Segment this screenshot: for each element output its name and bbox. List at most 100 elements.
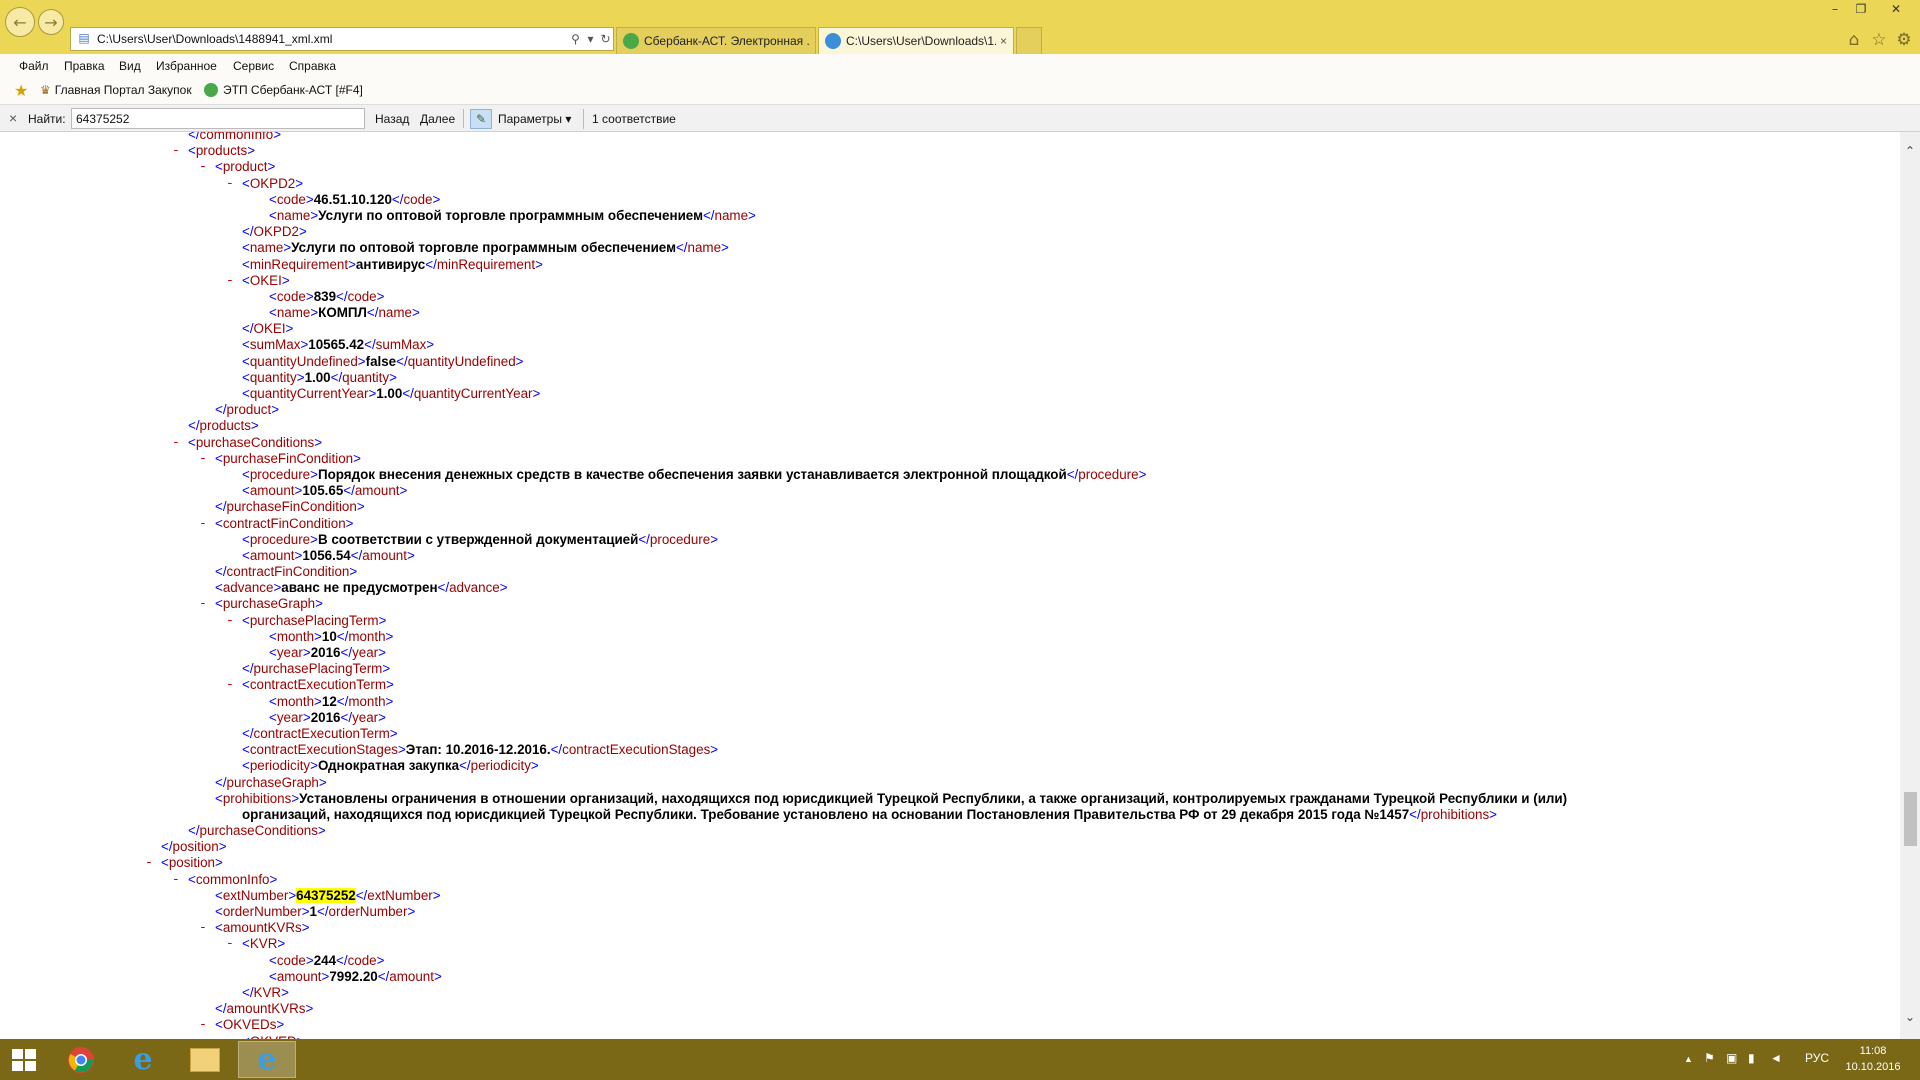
tag-bracket: > xyxy=(267,159,276,175)
tag-name: amount xyxy=(249,483,295,499)
collapse-toggle[interactable]: - xyxy=(172,872,180,888)
tag-bracket: > xyxy=(348,256,356,272)
find-prev-button[interactable]: Назад xyxy=(375,112,409,126)
forward-button[interactable]: → xyxy=(38,9,64,35)
xml-element: <orderNumber>1</orderNumber> xyxy=(215,904,415,920)
search-match-highlight: 64375252 xyxy=(296,887,356,903)
gear-icon[interactable]: ⚙ xyxy=(1894,30,1914,50)
xml-line: </KVR> xyxy=(0,985,1900,1001)
search-icon[interactable]: ⚲ xyxy=(568,32,583,46)
network-icon[interactable]: ▮ xyxy=(1748,1051,1755,1065)
collapse-toggle[interactable]: - xyxy=(199,596,207,612)
tag-bracket: </ xyxy=(336,288,348,304)
tag-bracket: > xyxy=(710,531,719,547)
tag-name: year xyxy=(352,709,379,725)
xml-element: <periodicity>Однократная закупка</period… xyxy=(242,758,539,774)
address-url[interactable]: C:\Users\User\Downloads\1488941_xml.xml xyxy=(97,32,568,46)
clock[interactable]: 11:08 10.10.2016 xyxy=(1838,1043,1908,1075)
menu-help[interactable]: Справка xyxy=(289,59,336,73)
restore-button[interactable]: ❐ xyxy=(1848,0,1874,20)
tag-bracket: > xyxy=(432,887,441,903)
favorite-zakupki[interactable]: ♛ Главная Портал Закупок xyxy=(40,83,192,97)
collapse-toggle[interactable]: - xyxy=(226,273,234,289)
tag-name: minRequirement xyxy=(436,256,536,272)
tag-bracket: > xyxy=(1489,806,1497,822)
tag-bracket: < xyxy=(242,742,250,758)
collapse-toggle[interactable]: - xyxy=(199,451,207,467)
collapse-toggle[interactable]: - xyxy=(172,143,180,159)
collapse-toggle[interactable]: - xyxy=(199,159,207,175)
scrollbar-thumb[interactable] xyxy=(1904,792,1917,846)
collapse-toggle[interactable]: - xyxy=(199,516,207,532)
menu-edit[interactable]: Правка xyxy=(64,59,105,73)
collapse-toggle[interactable]: - xyxy=(226,677,234,693)
menu-view[interactable]: Вид xyxy=(119,59,141,73)
find-input[interactable] xyxy=(71,108,365,129)
xml-line: <quantityCurrentYear>1.00</quantityCurre… xyxy=(0,386,1900,402)
tag-bracket: < xyxy=(269,968,277,984)
tag-name: purchaseFinCondition xyxy=(222,450,354,466)
menu-file[interactable]: Файл xyxy=(19,59,49,73)
volume-icon[interactable]: ◄ xyxy=(1770,1051,1782,1065)
tray-expand-icon[interactable]: ▲ xyxy=(1684,1054,1693,1064)
tag-name: name xyxy=(714,207,749,223)
tag-name: purchaseGraph xyxy=(222,596,316,612)
scroll-down-icon[interactable]: ⌄ xyxy=(1900,1010,1920,1024)
back-button[interactable]: ← xyxy=(5,7,35,37)
xml-line: - <OKPD2> xyxy=(0,176,1900,192)
tab-sberbank[interactable]: Сбербанк-АСТ. Электронная ... xyxy=(616,27,816,54)
tab-xml-file[interactable]: C:\Users\User\Downloads\1... × xyxy=(818,27,1014,54)
collapse-toggle[interactable]: - xyxy=(145,855,153,871)
tag-value: 7992.20 xyxy=(329,968,378,984)
close-find-icon[interactable]: × xyxy=(9,110,17,126)
start-button[interactable] xyxy=(12,1049,36,1071)
collapse-toggle[interactable]: - xyxy=(226,613,234,629)
tag-bracket: > xyxy=(295,175,304,191)
dropdown-arrow-icon[interactable]: ▾ xyxy=(583,32,598,46)
tag-bracket: > xyxy=(721,240,729,256)
sberbank-icon xyxy=(623,33,639,49)
xml-element: <extNumber>64375252</extNumber> xyxy=(215,887,441,904)
find-next-button[interactable]: Далее xyxy=(420,112,455,126)
close-window-button[interactable]: ✕ xyxy=(1874,0,1918,20)
add-favorite-icon[interactable]: ★ xyxy=(14,81,28,101)
favorite-sberbank[interactable]: ЭТП Сбербанк-АСТ [#F4] xyxy=(204,83,363,97)
tag-bracket: > xyxy=(515,353,524,369)
refresh-icon[interactable]: ↻ xyxy=(598,32,613,46)
collapse-toggle[interactable]: - xyxy=(199,920,207,936)
tag-bracket: > xyxy=(273,132,282,142)
find-options-button[interactable]: Параметры ▾ xyxy=(498,112,571,126)
new-tab-button[interactable] xyxy=(1016,27,1042,54)
tag-name: purchaseGraph xyxy=(226,774,319,790)
tag-value: Услуги по оптовой торговле программным о… xyxy=(291,240,676,256)
tag-name: advance xyxy=(222,580,274,596)
collapse-toggle[interactable]: - xyxy=(199,1017,207,1033)
tag-name: orderNumber xyxy=(222,904,302,919)
highlight-pen-icon[interactable]: ✎ xyxy=(470,109,492,129)
tag-bracket: </ xyxy=(402,386,414,401)
home-icon[interactable]: ⌂ xyxy=(1844,30,1864,50)
taskbar-explorer[interactable] xyxy=(176,1041,234,1078)
taskbar-chrome[interactable] xyxy=(52,1041,110,1078)
collapse-toggle[interactable]: - xyxy=(226,176,234,192)
collapse-toggle[interactable]: - xyxy=(226,936,234,952)
tag-name: position xyxy=(168,855,215,871)
taskbar-ie[interactable]: e xyxy=(114,1041,172,1078)
favorites-star-icon[interactable]: ☆ xyxy=(1869,30,1889,50)
tag-bracket: > xyxy=(532,386,541,401)
minimize-button[interactable]: – xyxy=(1822,0,1848,20)
language-indicator[interactable]: РУС xyxy=(1805,1051,1829,1065)
menu-tools[interactable]: Сервис xyxy=(233,59,274,73)
scroll-up-icon[interactable]: ⌃ xyxy=(1900,144,1920,158)
vertical-scrollbar[interactable]: ⌃ ⌄ xyxy=(1900,132,1920,1039)
xml-line: </OKPD2> xyxy=(0,224,1900,240)
flag-icon[interactable]: ⚑ xyxy=(1704,1051,1715,1065)
close-tab-icon[interactable]: × xyxy=(1000,34,1007,48)
xml-element: <procedure>Порядок внесения денежных сре… xyxy=(242,467,1146,483)
device-icon[interactable]: ▣ xyxy=(1726,1051,1737,1065)
taskbar-ie-active[interactable]: e xyxy=(238,1041,296,1078)
menu-favorites[interactable]: Избранное xyxy=(156,59,217,73)
tag-bracket: </ xyxy=(343,483,355,499)
address-bar[interactable]: ▤ C:\Users\User\Downloads\1488941_xml.xm… xyxy=(70,27,614,51)
collapse-toggle[interactable]: - xyxy=(172,435,180,451)
